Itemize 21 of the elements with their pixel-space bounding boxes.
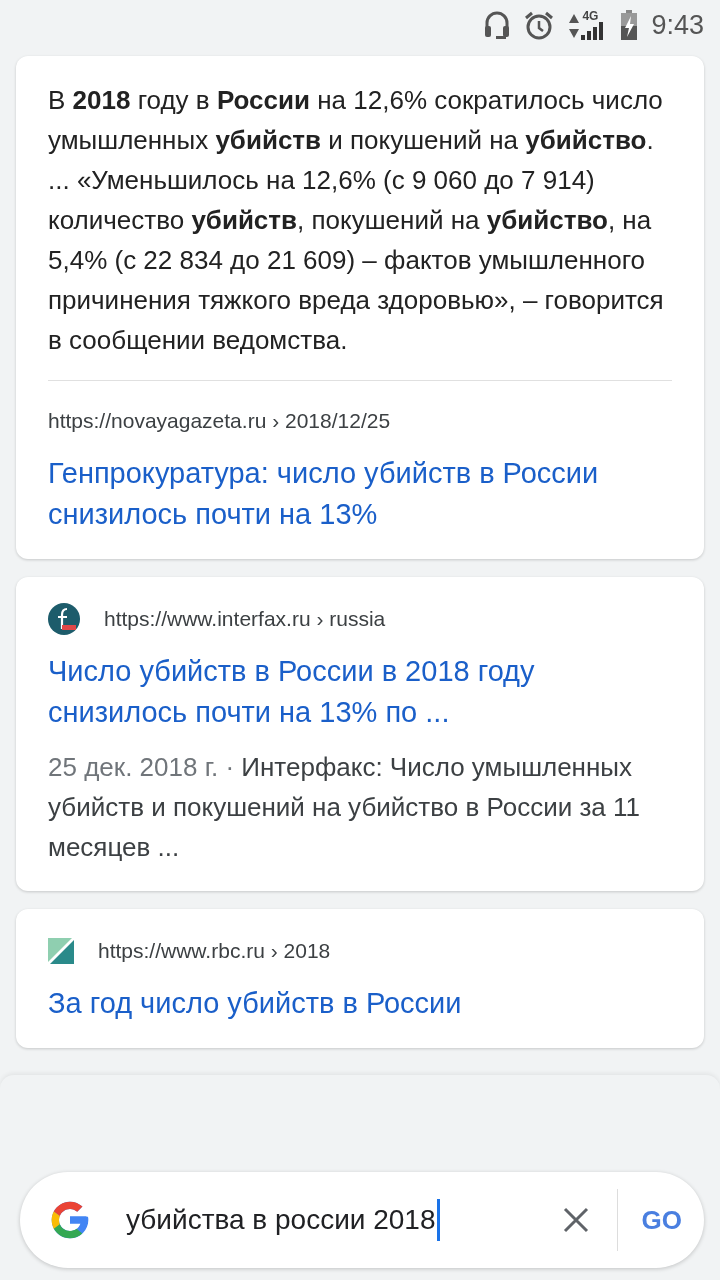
- alarm-clock-icon: [524, 10, 555, 40]
- result-snippet: 25 дек. 2018 г. · Интерфакс: Число умышленных убийств и покушений на убийство в России за 11 месяцев ...: [48, 751, 642, 864]
- headphones-icon: [484, 10, 511, 40]
- search-field[interactable]: убийства в россии 2018 GO: [20, 1172, 704, 1268]
- network-type: 4G: [582, 10, 599, 22]
- go-button[interactable]: GO: [617, 1196, 682, 1244]
- search-query: убийства в россии 2018: [126, 1204, 436, 1236]
- site-logo-icon: [48, 938, 74, 964]
- result-url: https://novayagazeta.ru › 2018/12/25: [48, 408, 392, 434]
- result-title-link[interactable]: Генпрокуратура: число убийств в России снизилось почти на 13%: [48, 453, 672, 535]
- text-cursor: [436, 1199, 440, 1241]
- clock-time: 9:43: [651, 9, 704, 41]
- result-title-link[interactable]: Число убийств в России в 2018 году снизилось почти на 13% по ...: [48, 651, 672, 733]
- result-url: https://www.interfax.ru › russia: [104, 606, 386, 632]
- result-title-link[interactable]: За год число убийств в России: [48, 983, 672, 1024]
- battery-charging-icon: [621, 10, 638, 40]
- answer-snippet: В 2018 году в России на 12,6% сократилось число умышленных убийств и покушений на убийство. ... «Уменьшилось на 12,6% (с 9 060 до 7 914) количество убийств, покушений на убийство, на 5,4% (с 22 834 до 21 609) – фактов умышленного причинения тяжкого вреда здоровью», – говорится в сообщении ведомства.: [48, 84, 665, 357]
- result-url: https://www.rbc.ru › 2018: [98, 938, 331, 964]
- close-icon[interactable]: [562, 1207, 589, 1233]
- data-arrows-icon: [568, 12, 581, 40]
- site-logo-icon: [48, 603, 80, 635]
